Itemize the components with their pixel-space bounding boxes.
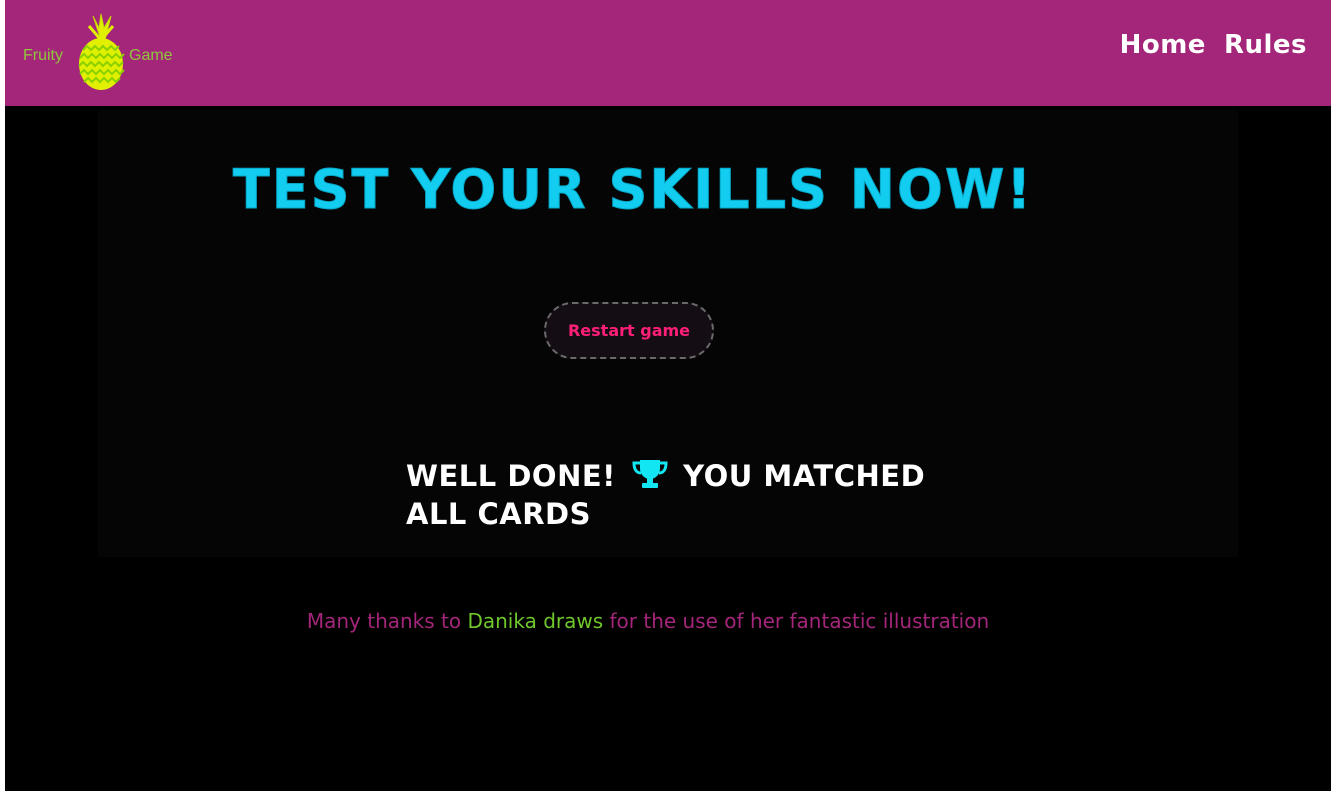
nav-rules-link[interactable]: Rules bbox=[1224, 30, 1307, 60]
nav-menu: Home Rules bbox=[1120, 30, 1307, 60]
win-message-part1: Well done! bbox=[406, 459, 616, 493]
illustration-credit: Many thanks to Danika draws for the use … bbox=[5, 609, 1291, 633]
brand-logo[interactable]: Fruity Game bbox=[19, 12, 184, 92]
brand-word-right: Game bbox=[129, 47, 173, 64]
win-message-part3: all cards bbox=[406, 497, 592, 531]
win-message: Well done! You matched all cards bbox=[406, 457, 926, 533]
credit-prefix: Many thanks to bbox=[306, 609, 468, 633]
navbar: Fruity Game Home Rules bbox=[5, 0, 1331, 106]
page-title: Test your skills now! bbox=[232, 158, 1034, 222]
win-message-part2: You matched bbox=[683, 459, 926, 493]
game-board: Test your skills now! Restart game Well … bbox=[98, 110, 1238, 557]
pineapple-icon bbox=[78, 13, 125, 90]
nav-home-link[interactable]: Home bbox=[1120, 30, 1206, 60]
restart-game-button[interactable]: Restart game bbox=[544, 302, 714, 359]
trophy-icon bbox=[631, 460, 668, 488]
brand-word-left: Fruity bbox=[23, 47, 63, 64]
app-frame: Fruity Game Home Rules Test your skills … bbox=[5, 0, 1331, 791]
artist-link[interactable]: Danika draws bbox=[467, 609, 603, 633]
credit-suffix: for the use of her fantastic illustratio… bbox=[603, 609, 990, 633]
